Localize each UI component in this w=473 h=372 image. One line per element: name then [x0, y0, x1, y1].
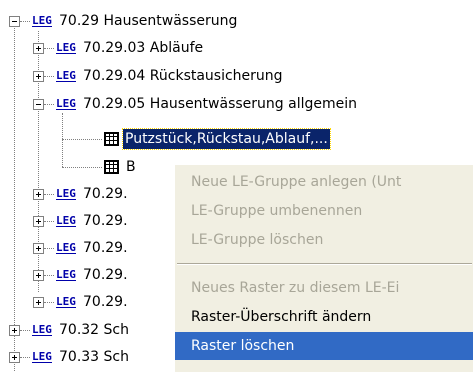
tree-node-label[interactable]: 70.29.04 Rückstausicherung [83, 65, 283, 87]
menu-item-delete-raster[interactable]: Raster löschen [175, 332, 473, 360]
leg-badge-icon: LEG [56, 41, 76, 54]
tree-node[interactable]: LEG 70.29.05 Hausentwässerung allgemein [0, 93, 473, 115]
expand-toggle-icon[interactable] [33, 270, 44, 281]
leg-badge-icon: LEG [32, 350, 52, 363]
tree-node-label[interactable]: 70.32 Sch [59, 319, 129, 341]
expand-toggle-icon[interactable] [33, 43, 44, 54]
leg-badge-icon: LEG [32, 14, 52, 27]
menu-item-rename-le-group[interactable]: LE-Gruppe umbenennen [175, 197, 473, 225]
tree-node-raster[interactable]: Putzstück,Rückstau,Ablauf,... [0, 128, 473, 150]
leg-badge-icon: LEG [56, 97, 76, 110]
expand-toggle-icon[interactable] [33, 216, 44, 227]
leg-badge-icon: LEG [56, 187, 76, 200]
tree-node-label[interactable]: 70.29. [83, 237, 128, 259]
collapse-toggle-icon[interactable] [9, 16, 20, 27]
tree-node[interactable]: LEG 70.29.04 Rückstausicherung [0, 65, 473, 87]
expand-toggle-icon[interactable] [33, 71, 44, 82]
leg-badge-icon: LEG [56, 241, 76, 254]
tree-node-label[interactable]: B [126, 156, 136, 178]
grid-icon [104, 132, 119, 146]
tree-node-label[interactable]: 70.29. [83, 183, 128, 205]
tree-node-label[interactable]: 70.29. [83, 264, 128, 286]
tree-node-label-selected[interactable]: Putzstück,Rückstau,Ablauf,... [122, 128, 331, 150]
context-menu: Neue LE-Gruppe anlegen (Unt LE-Gruppe um… [174, 164, 473, 372]
tree-node-label[interactable]: 70.29.03 Abläufe [83, 37, 203, 59]
tree-node-label[interactable]: 70.29. [83, 291, 128, 313]
tree-node-label[interactable]: 70.33 Sch [59, 346, 129, 368]
menu-separator [177, 263, 472, 265]
leg-badge-icon: LEG [56, 268, 76, 281]
menu-item-edit-raster-heading[interactable]: Raster-Überschrift ändern [175, 303, 473, 331]
menu-item-new-le-group[interactable]: Neue LE-Gruppe anlegen (Unt [175, 168, 473, 196]
tree-node-label[interactable]: 70.29 Hausentwässerung [59, 10, 237, 32]
grid-icon [104, 160, 119, 174]
expand-toggle-icon[interactable] [33, 243, 44, 254]
tree-node-label[interactable]: 70.29.05 Hausentwässerung allgemein [83, 93, 357, 115]
menu-item-new-raster[interactable]: Neues Raster zu diesem LE-Ei [175, 274, 473, 302]
expand-toggle-icon[interactable] [33, 297, 44, 308]
expand-toggle-icon[interactable] [9, 352, 20, 363]
leg-badge-icon: LEG [56, 295, 76, 308]
leg-badge-icon: LEG [56, 214, 76, 227]
expand-toggle-icon[interactable] [9, 325, 20, 336]
collapse-toggle-icon[interactable] [33, 99, 44, 110]
tree-node[interactable]: LEG 70.29.03 Abläufe [0, 37, 473, 59]
leg-badge-icon: LEG [56, 69, 76, 82]
tree-node[interactable]: LEG 70.29 Hausentwässerung [0, 10, 473, 32]
leg-badge-icon: LEG [32, 323, 52, 336]
expand-toggle-icon[interactable] [33, 189, 44, 200]
tree-node-label[interactable]: 70.29. [83, 210, 128, 232]
menu-item-delete-le-group[interactable]: LE-Gruppe löschen [175, 226, 473, 254]
